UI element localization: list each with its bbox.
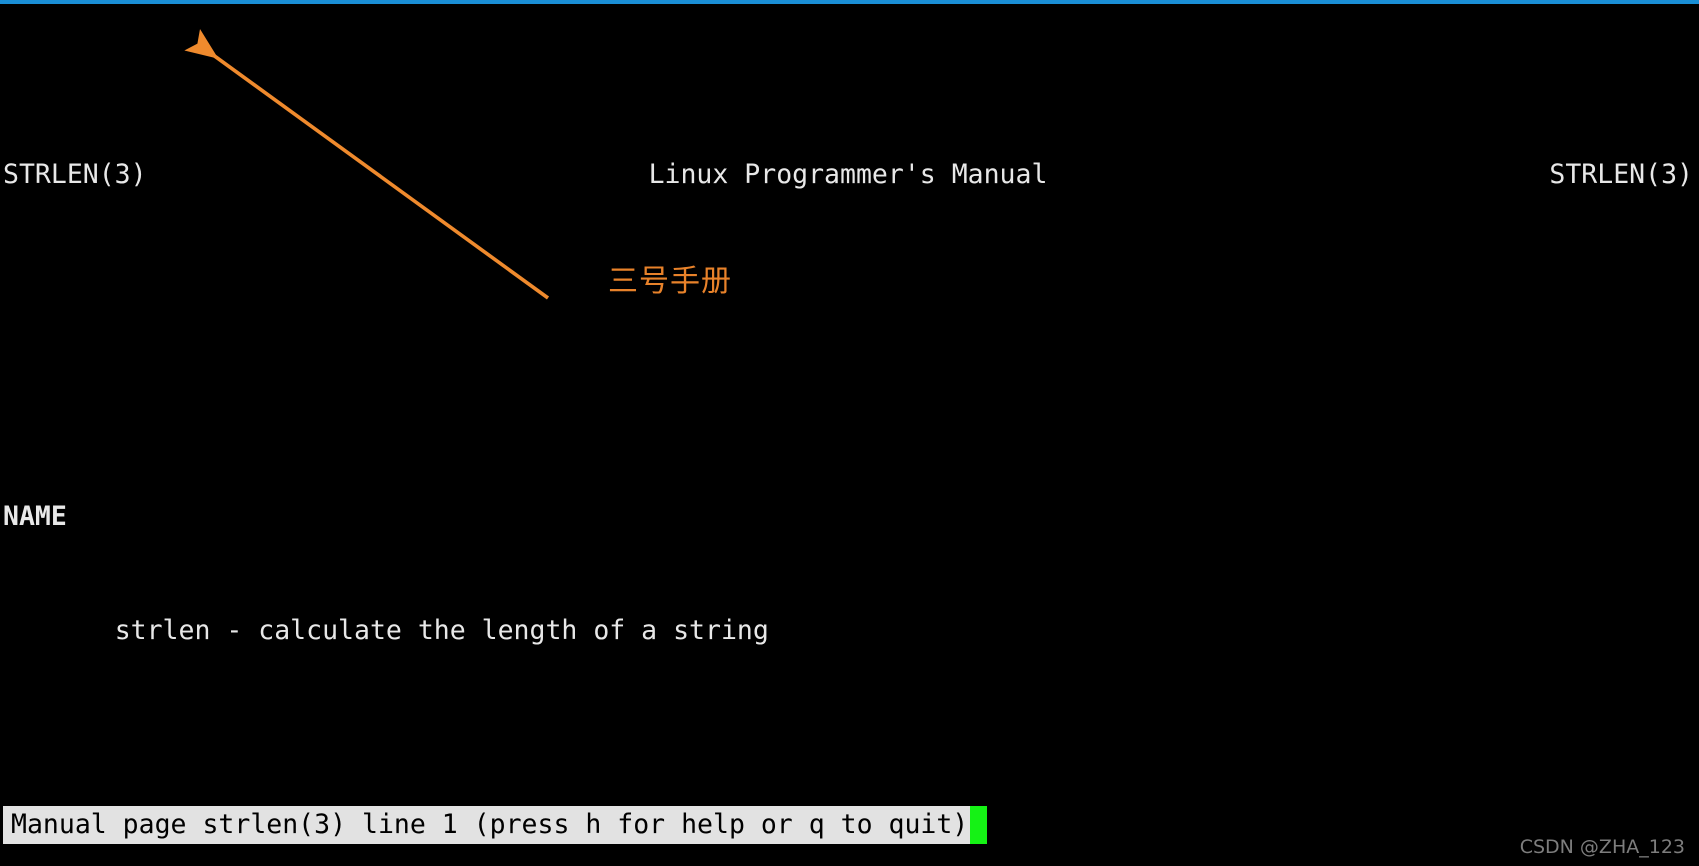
text-cursor [970, 806, 988, 844]
name-body-text: strlen - calculate the length of a strin… [114, 615, 769, 646]
annotation-label-text: 三号手册 [608, 264, 732, 299]
man-header-row: STRLEN(3) Linux Programmer's Manual STRL… [0, 156, 1699, 194]
name-body-line: strlen - calculate the length of a strin… [0, 612, 1699, 650]
terminal-window: STRLEN(3) Linux Programmer's Manual STRL… [0, 0, 1699, 866]
csdn-watermark: CSDN @ZHA_123 [1519, 836, 1685, 858]
less-status-bar[interactable]: Manual page strlen(3) line 1 (press h fo… [3, 806, 988, 844]
man-header-right: STRLEN(3) [1549, 159, 1693, 190]
section-heading-name: NAME [3, 501, 67, 532]
less-status-text: Manual page strlen(3) line 1 (press h fo… [3, 806, 971, 844]
man-header-center: Linux Programmer's Manual [648, 159, 1048, 190]
man-page-content: STRLEN(3) Linux Programmer's Manual STRL… [0, 4, 1699, 804]
man-header-left: STRLEN(3) [3, 159, 147, 190]
